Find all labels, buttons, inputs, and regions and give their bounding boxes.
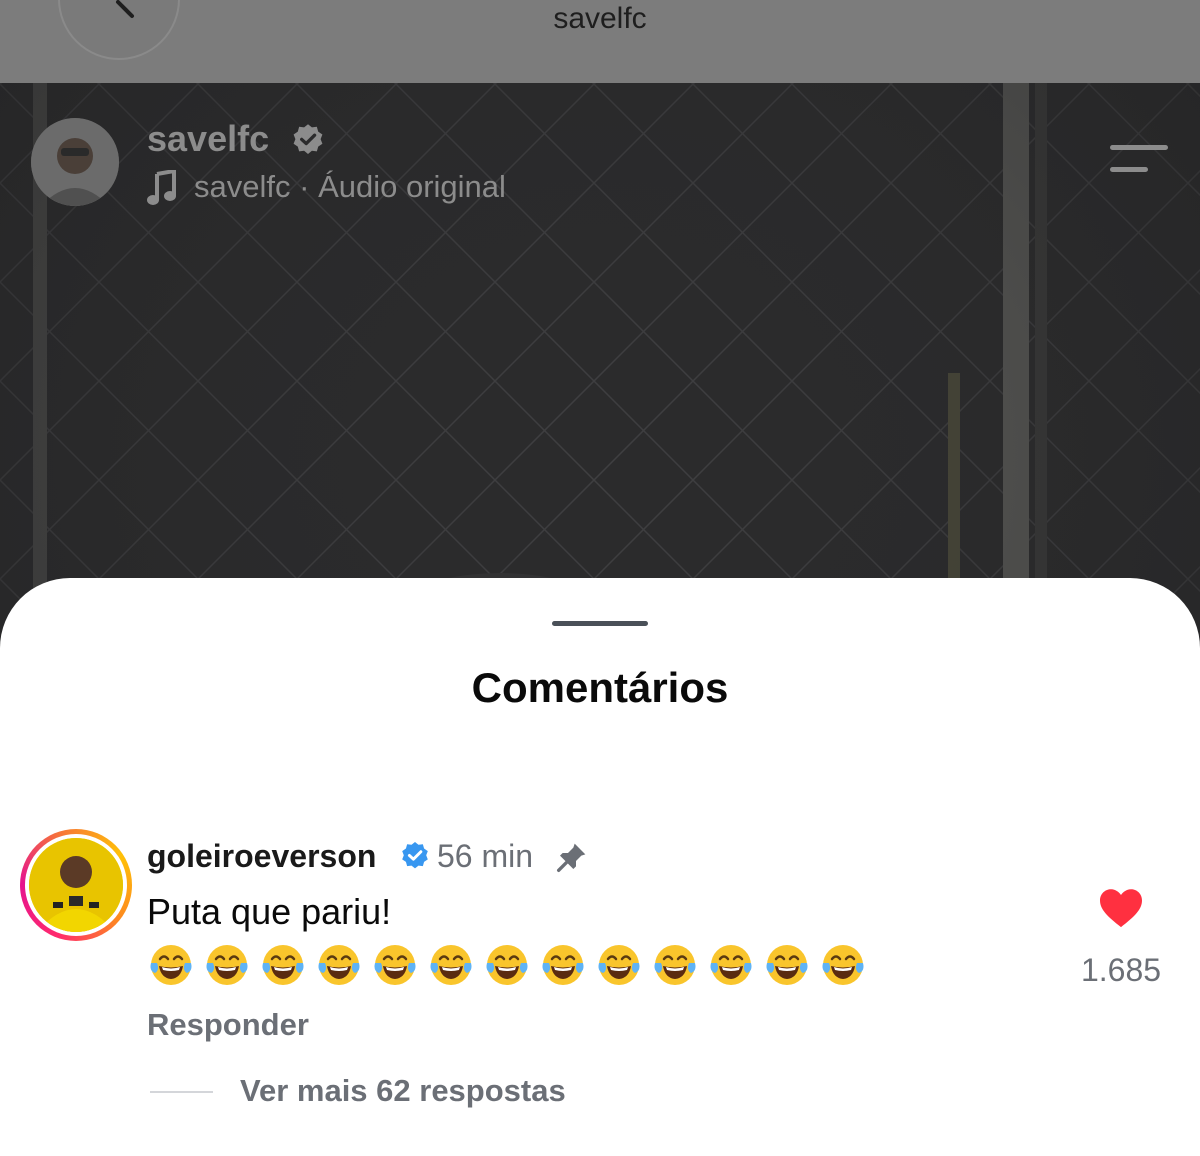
reply-button[interactable]: Responder <box>147 1007 309 1043</box>
audio-label: Áudio original <box>318 169 506 204</box>
like-count: 1.685 <box>1080 952 1162 988</box>
top-bar: savelfc <box>0 0 1200 83</box>
verified-icon <box>293 124 323 154</box>
audio-separator: · <box>299 169 310 204</box>
laughing-tears-emoji <box>374 945 416 985</box>
replies-divider <box>150 1091 213 1093</box>
commenter-avatar-ring[interactable] <box>20 829 132 941</box>
laughing-tears-emoji <box>318 945 360 985</box>
menu-icon[interactable] <box>1110 145 1168 175</box>
laughing-tears-emoji <box>710 945 752 985</box>
audio-owner: savelfc <box>194 169 291 204</box>
page-title: savelfc <box>553 2 647 35</box>
music-note-icon <box>147 170 176 205</box>
avatar-image <box>29 838 123 932</box>
laughing-tears-emoji <box>262 945 304 985</box>
commenter-avatar <box>29 838 123 932</box>
comment-time: 56 min <box>437 838 534 874</box>
author-avatar[interactable] <box>31 118 119 206</box>
comment-text: Puta que pariu! <box>147 891 392 932</box>
heart-icon[interactable] <box>1098 887 1144 929</box>
laughing-tears-emoji <box>486 945 528 985</box>
verified-icon <box>402 842 428 869</box>
view-more-replies-button[interactable]: Ver mais 62 respostas <box>240 1073 566 1109</box>
laughing-tears-emoji <box>430 945 472 985</box>
laughing-tears-emoji <box>654 945 696 985</box>
laughing-tears-emoji <box>150 945 192 985</box>
laughing-tears-emoji <box>542 945 584 985</box>
laughing-tears-emoji <box>206 945 248 985</box>
laughing-tears-emoji <box>598 945 640 985</box>
laughing-tears-emoji <box>822 945 864 985</box>
comments-title: Comentários <box>471 664 729 711</box>
laughing-tears-emoji <box>766 945 808 985</box>
pin-icon <box>557 843 586 872</box>
comment-username[interactable]: goleiroeverson <box>147 838 376 875</box>
avatar-image <box>31 118 119 206</box>
sheet-grabber[interactable] <box>552 621 648 626</box>
author-username[interactable]: savelfc <box>147 118 269 160</box>
comment-emoji-row <box>147 941 867 989</box>
audio-info[interactable]: savelfc · Áudio original <box>194 169 506 205</box>
